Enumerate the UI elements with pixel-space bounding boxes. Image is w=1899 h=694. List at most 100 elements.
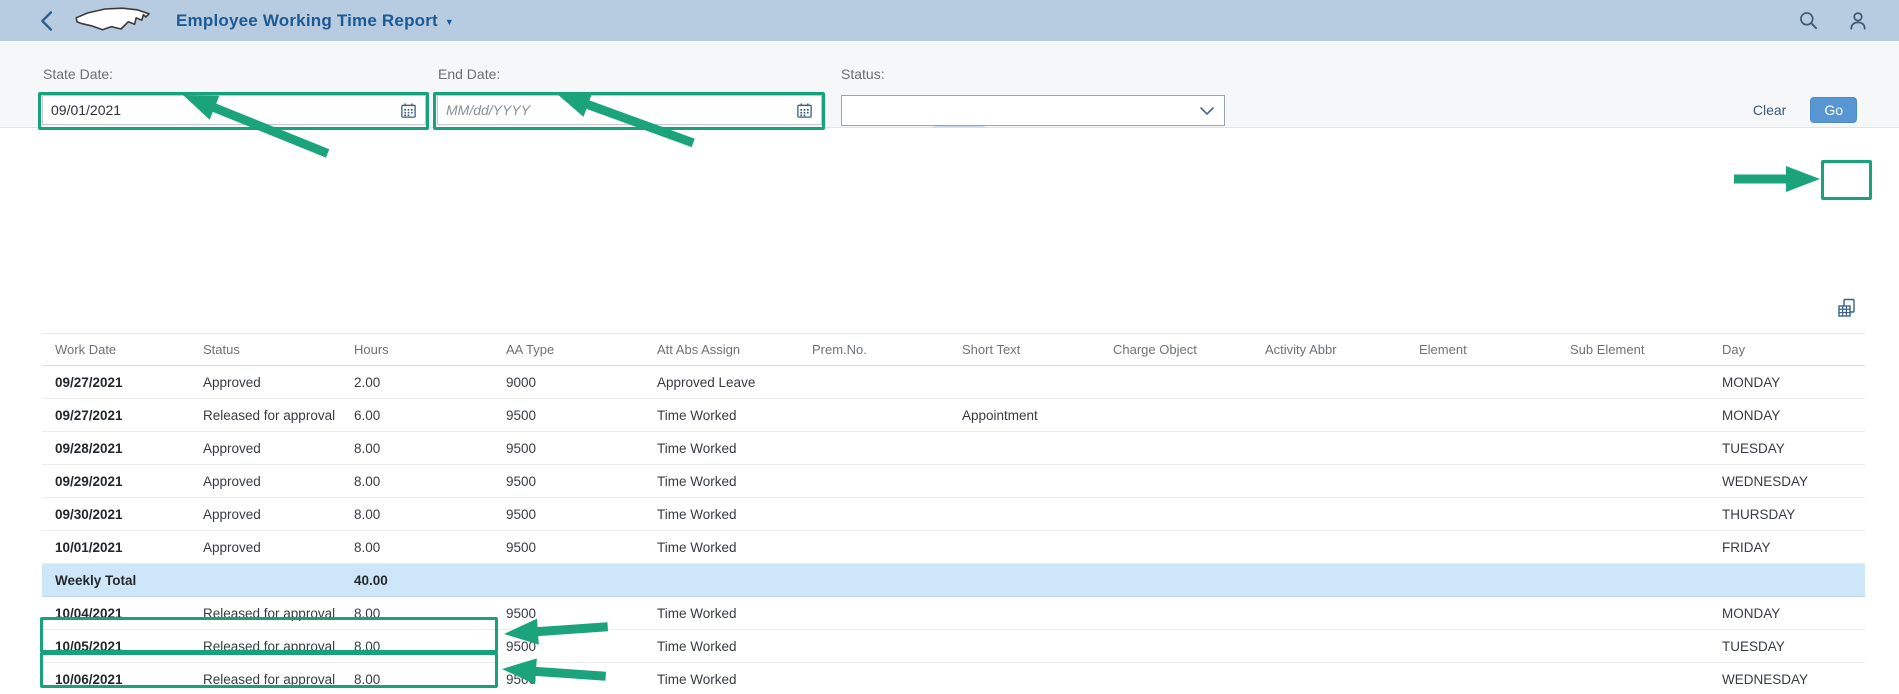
cell-charge-object (1100, 399, 1252, 431)
table-row[interactable]: 10/04/2021Released for approval8.009500T… (42, 597, 1865, 630)
table-row[interactable]: 09/27/2021Released for approval6.009500T… (42, 399, 1865, 432)
cell-sub-element (1557, 630, 1709, 662)
cell-status: Released for approval (190, 663, 341, 694)
cell-charge-object (1100, 663, 1252, 694)
column-header-prem-no-[interactable]: Prem.No. (799, 334, 949, 365)
column-header-work-date[interactable]: Work Date (42, 334, 190, 365)
cell-day: TUESDAY (1709, 630, 1865, 662)
search-button[interactable] (1798, 10, 1819, 31)
cell-status: Approved (190, 432, 341, 464)
cell-att-abs-assign: Time Worked (644, 663, 799, 694)
cell-charge-object (1100, 531, 1252, 563)
cell-aa-type: 9500 (493, 663, 644, 694)
app-title-menu[interactable]: Employee Working Time Report ▼ (176, 11, 454, 31)
calendar-icon[interactable] (400, 102, 417, 119)
cell-short-text (949, 663, 1100, 694)
cell-att-abs-assign: Time Worked (644, 597, 799, 629)
cell-hours: 6.00 (341, 399, 493, 431)
cell-hours: 8.00 (341, 465, 493, 497)
cell-status: Released for approval (190, 630, 341, 662)
cell-element (1406, 366, 1557, 398)
cell-charge-object (1100, 597, 1252, 629)
cell-hours: 8.00 (341, 597, 493, 629)
status-select[interactable] (841, 95, 1225, 126)
cell-prem-no (799, 630, 949, 662)
cell-element (1406, 432, 1557, 464)
cell-sub-element (1557, 663, 1709, 694)
column-header-charge-object[interactable]: Charge Object (1100, 334, 1252, 365)
column-header-status[interactable]: Status (190, 334, 341, 365)
cell-short-text (949, 465, 1100, 497)
cell-work-date: 10/01/2021 (42, 531, 190, 563)
user-menu-button[interactable] (1847, 10, 1869, 32)
back-button[interactable] (38, 10, 54, 32)
column-header-aa-type[interactable]: AA Type (493, 334, 644, 365)
column-header-short-text[interactable]: Short Text (949, 334, 1100, 365)
table-row[interactable]: 09/27/2021Approved2.009000Approved Leave… (42, 366, 1865, 399)
cell-aa-type: 9500 (493, 597, 644, 629)
cell-activity-abbr (1252, 597, 1406, 629)
cell-aa-type: 9500 (493, 498, 644, 530)
nc-state-logo-icon (72, 5, 154, 37)
cell-work-date: 09/29/2021 (42, 465, 190, 497)
cell-aa-type (493, 564, 644, 596)
cell-prem-no (799, 663, 949, 694)
cell-element (1406, 531, 1557, 563)
cell-hours: 8.00 (341, 432, 493, 464)
cell-sub-element (1557, 399, 1709, 431)
cell-status: Approved (190, 531, 341, 563)
column-header-element[interactable]: Element (1406, 334, 1557, 365)
cell-short-text: Appointment (949, 399, 1100, 431)
go-button[interactable]: Go (1810, 97, 1857, 123)
weekly-total-row[interactable]: Weekly Total40.00 (42, 564, 1865, 597)
cell-hours: 8.00 (341, 630, 493, 662)
end-date-input[interactable] (446, 102, 790, 118)
column-header-activity-abbr[interactable]: Activity Abbr (1252, 334, 1406, 365)
clear-button[interactable]: Clear (1747, 101, 1792, 119)
table-row[interactable]: 10/01/2021Approved8.009500Time WorkedFRI… (42, 531, 1865, 564)
cell-short-text (949, 564, 1100, 596)
column-header-att-abs-assign[interactable]: Att Abs Assign (644, 334, 799, 365)
export-to-spreadsheet-button[interactable] (1827, 293, 1867, 323)
cell-charge-object (1100, 432, 1252, 464)
column-header-sub-element[interactable]: Sub Element (1557, 334, 1709, 365)
cell-work-date: 09/30/2021 (42, 498, 190, 530)
cell-aa-type: 9500 (493, 432, 644, 464)
cell-sub-element (1557, 597, 1709, 629)
table-row[interactable]: 09/29/2021Approved8.009500Time WorkedWED… (42, 465, 1865, 498)
cell-prem-no (799, 564, 949, 596)
cell-sub-element (1557, 366, 1709, 398)
cell-element (1406, 630, 1557, 662)
cell-day: TUESDAY (1709, 432, 1865, 464)
cell-day: WEDNESDAY (1709, 465, 1865, 497)
cell-status: Approved (190, 366, 341, 398)
cell-short-text (949, 498, 1100, 530)
cell-att-abs-assign: Time Worked (644, 432, 799, 464)
table-row[interactable]: 09/28/2021Approved8.009500Time WorkedTUE… (42, 432, 1865, 465)
column-header-hours[interactable]: Hours (341, 334, 493, 365)
cell-aa-type: 9500 (493, 465, 644, 497)
cell-prem-no (799, 498, 949, 530)
report-content: Work DateStatusHoursAA TypeAtt Abs Assig… (0, 128, 1899, 694)
calendar-icon[interactable] (796, 102, 813, 119)
title-caret-icon: ▼ (445, 15, 454, 27)
cell-activity-abbr (1252, 465, 1406, 497)
cell-day: FRIDAY (1709, 531, 1865, 563)
user-icon (1847, 10, 1869, 32)
cell-short-text (949, 597, 1100, 629)
cell-work-date: 10/05/2021 (42, 630, 190, 662)
column-header-day[interactable]: Day (1709, 334, 1865, 365)
app-header: Employee Working Time Report ▼ (0, 0, 1899, 41)
cell-prem-no (799, 531, 949, 563)
table-row[interactable]: 09/30/2021Approved8.009500Time WorkedTHU… (42, 498, 1865, 531)
cell-day: MONDAY (1709, 366, 1865, 398)
cell-aa-type: 9000 (493, 366, 644, 398)
cell-charge-object (1100, 564, 1252, 596)
table-body: 09/27/2021Approved2.009000Approved Leave… (42, 366, 1865, 694)
end-date-label: End Date: (438, 66, 500, 82)
table-row[interactable]: 10/06/2021Released for approval8.009500T… (42, 663, 1865, 694)
table-row[interactable]: 10/05/2021Released for approval8.009500T… (42, 630, 1865, 663)
cell-sub-element (1557, 432, 1709, 464)
cell-short-text (949, 531, 1100, 563)
start-date-input[interactable] (51, 102, 394, 118)
